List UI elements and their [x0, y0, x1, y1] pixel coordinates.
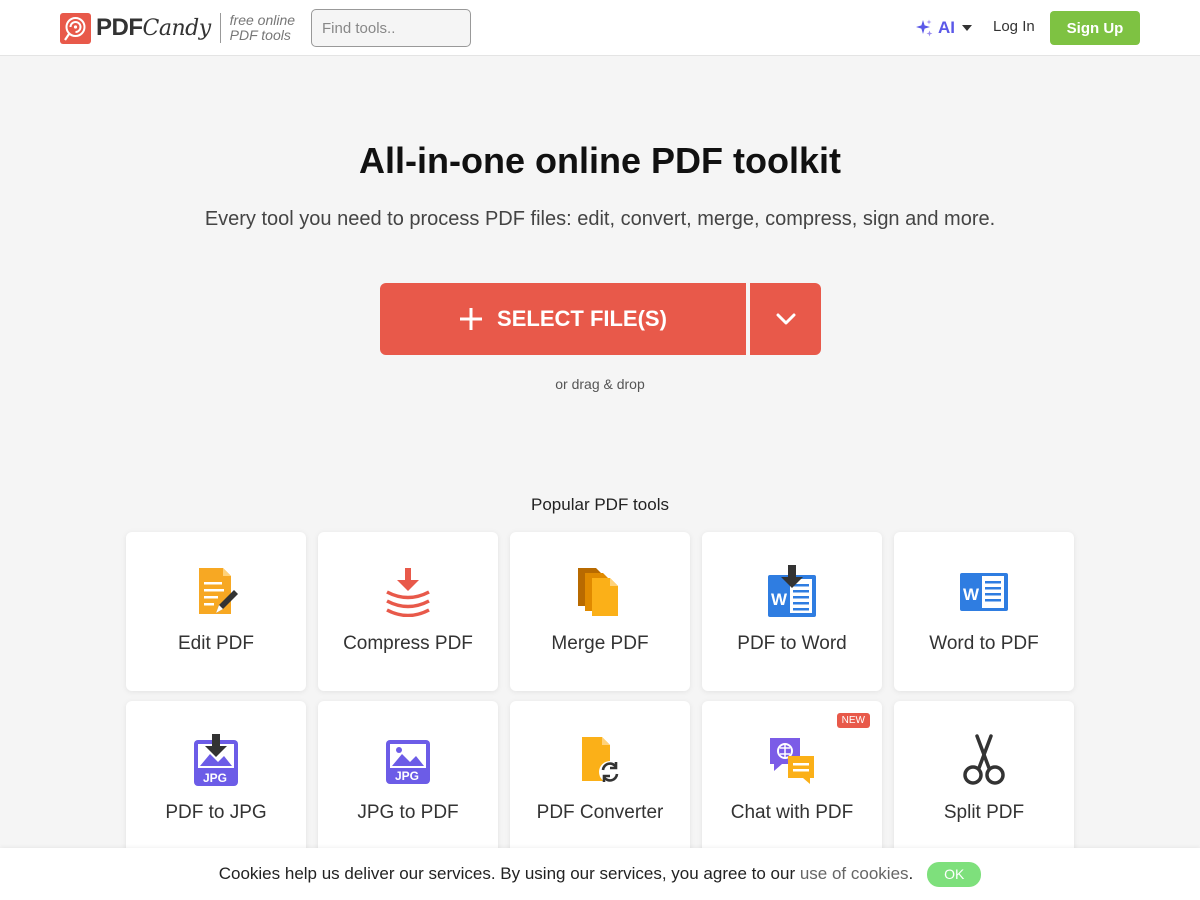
- tool-card-jpg-to-pdf[interactable]: JPG JPG to PDF: [318, 701, 498, 860]
- tool-card-chat-with-pdf[interactable]: NEW Chat with PDF: [702, 701, 882, 860]
- chevron-down-icon: [776, 313, 795, 325]
- tool-label: PDF to JPG: [165, 802, 267, 823]
- compress-pdf-icon: [386, 568, 430, 617]
- tagline-line1: free online: [229, 12, 296, 28]
- ai-label: AI: [938, 18, 955, 37]
- tool-label: Edit PDF: [177, 633, 255, 654]
- sparkle-icon: [916, 19, 933, 37]
- tool-card-word-to-pdf[interactable]: W Word to PDF: [894, 532, 1074, 691]
- new-badge: NEW: [836, 713, 870, 728]
- signup-button[interactable]: Sign Up: [1050, 11, 1140, 45]
- tool-label: PDF Converter: [536, 802, 664, 823]
- cookie-banner: Cookies help us deliver our services. By…: [0, 848, 1200, 900]
- cookie-text: Cookies help us deliver our services. By…: [218, 864, 800, 883]
- tool-label: Compress PDF: [343, 633, 473, 654]
- tool-label: PDF to Word: [737, 633, 847, 654]
- logo[interactable]: PDFCandy free online PDF tools: [60, 12, 295, 44]
- svg-text:JPG: JPG: [203, 771, 227, 785]
- tool-label: Split PDF: [943, 802, 1025, 823]
- tool-card-compress-pdf[interactable]: Compress PDF: [318, 532, 498, 691]
- tool-card-pdf-converter[interactable]: PDF Converter: [510, 701, 690, 860]
- tool-label: Word to PDF: [929, 633, 1039, 654]
- tool-card-merge-pdf[interactable]: Merge PDF: [510, 532, 690, 691]
- tool-label: Merge PDF: [551, 633, 649, 654]
- tool-card-split-pdf[interactable]: Split PDF: [894, 701, 1074, 860]
- drag-drop-hint: or drag & drop: [555, 376, 645, 392]
- cookie-ok-button[interactable]: OK: [927, 861, 982, 887]
- svg-text:JPG: JPG: [395, 769, 419, 783]
- page-subtitle: Every tool you need to process PDF files…: [204, 208, 996, 230]
- tool-label: JPG to PDF: [357, 802, 459, 823]
- logo-divider: [219, 13, 221, 43]
- candy-logo-icon: [60, 12, 91, 44]
- svg-text:W: W: [963, 585, 980, 604]
- search-input[interactable]: [311, 9, 471, 47]
- pdf-to-jpg-icon: JPG: [194, 734, 238, 786]
- login-link[interactable]: Log In: [993, 18, 1035, 35]
- logo-pdf-text: PDF: [96, 14, 143, 41]
- select-files-label: SELECT FILE(S): [497, 306, 667, 331]
- pdf-to-word-icon: W: [768, 565, 816, 617]
- chat-with-pdf-icon: [770, 738, 814, 784]
- plus-icon: [460, 308, 483, 330]
- tool-card-edit-pdf[interactable]: Edit PDF: [126, 532, 306, 691]
- site-header: PDFCandy free onlinePDF tools AI Log In …: [0, 0, 1200, 56]
- page-title: All-in-one online PDF toolkit: [359, 140, 841, 181]
- svg-text:W: W: [771, 590, 788, 609]
- jpg-to-pdf-icon: JPG: [386, 740, 430, 784]
- word-to-pdf-icon: W: [960, 573, 1008, 611]
- select-files-button[interactable]: SELECT FILE(S): [380, 283, 746, 355]
- logo-tagline: free online PDF tools: [230, 13, 295, 43]
- edit-pdf-icon: [199, 568, 238, 614]
- caret-down-icon: [962, 25, 972, 31]
- tool-label: Chat with PDF: [730, 802, 854, 823]
- pdf-converter-icon: [582, 737, 621, 783]
- popular-tools-heading: Popular PDF tools: [531, 495, 669, 514]
- tool-card-pdf-to-jpg[interactable]: JPG PDF to JPG: [126, 701, 306, 860]
- tool-card-pdf-to-word[interactable]: W PDF to Word: [702, 532, 882, 691]
- tagline-line2: PDF tools: [229, 27, 291, 43]
- cookie-period: .: [908, 864, 914, 883]
- logo-wordmark: PDFCandy: [96, 14, 211, 42]
- merge-pdf-icon: [578, 568, 618, 616]
- logo-candy-text: Candy: [142, 16, 212, 41]
- upload-source-dropdown[interactable]: [750, 283, 821, 355]
- cookie-policy-link[interactable]: use of cookies: [800, 864, 909, 884]
- scissors-icon: [963, 734, 1005, 785]
- ai-menu-button[interactable]: AI: [914, 16, 972, 40]
